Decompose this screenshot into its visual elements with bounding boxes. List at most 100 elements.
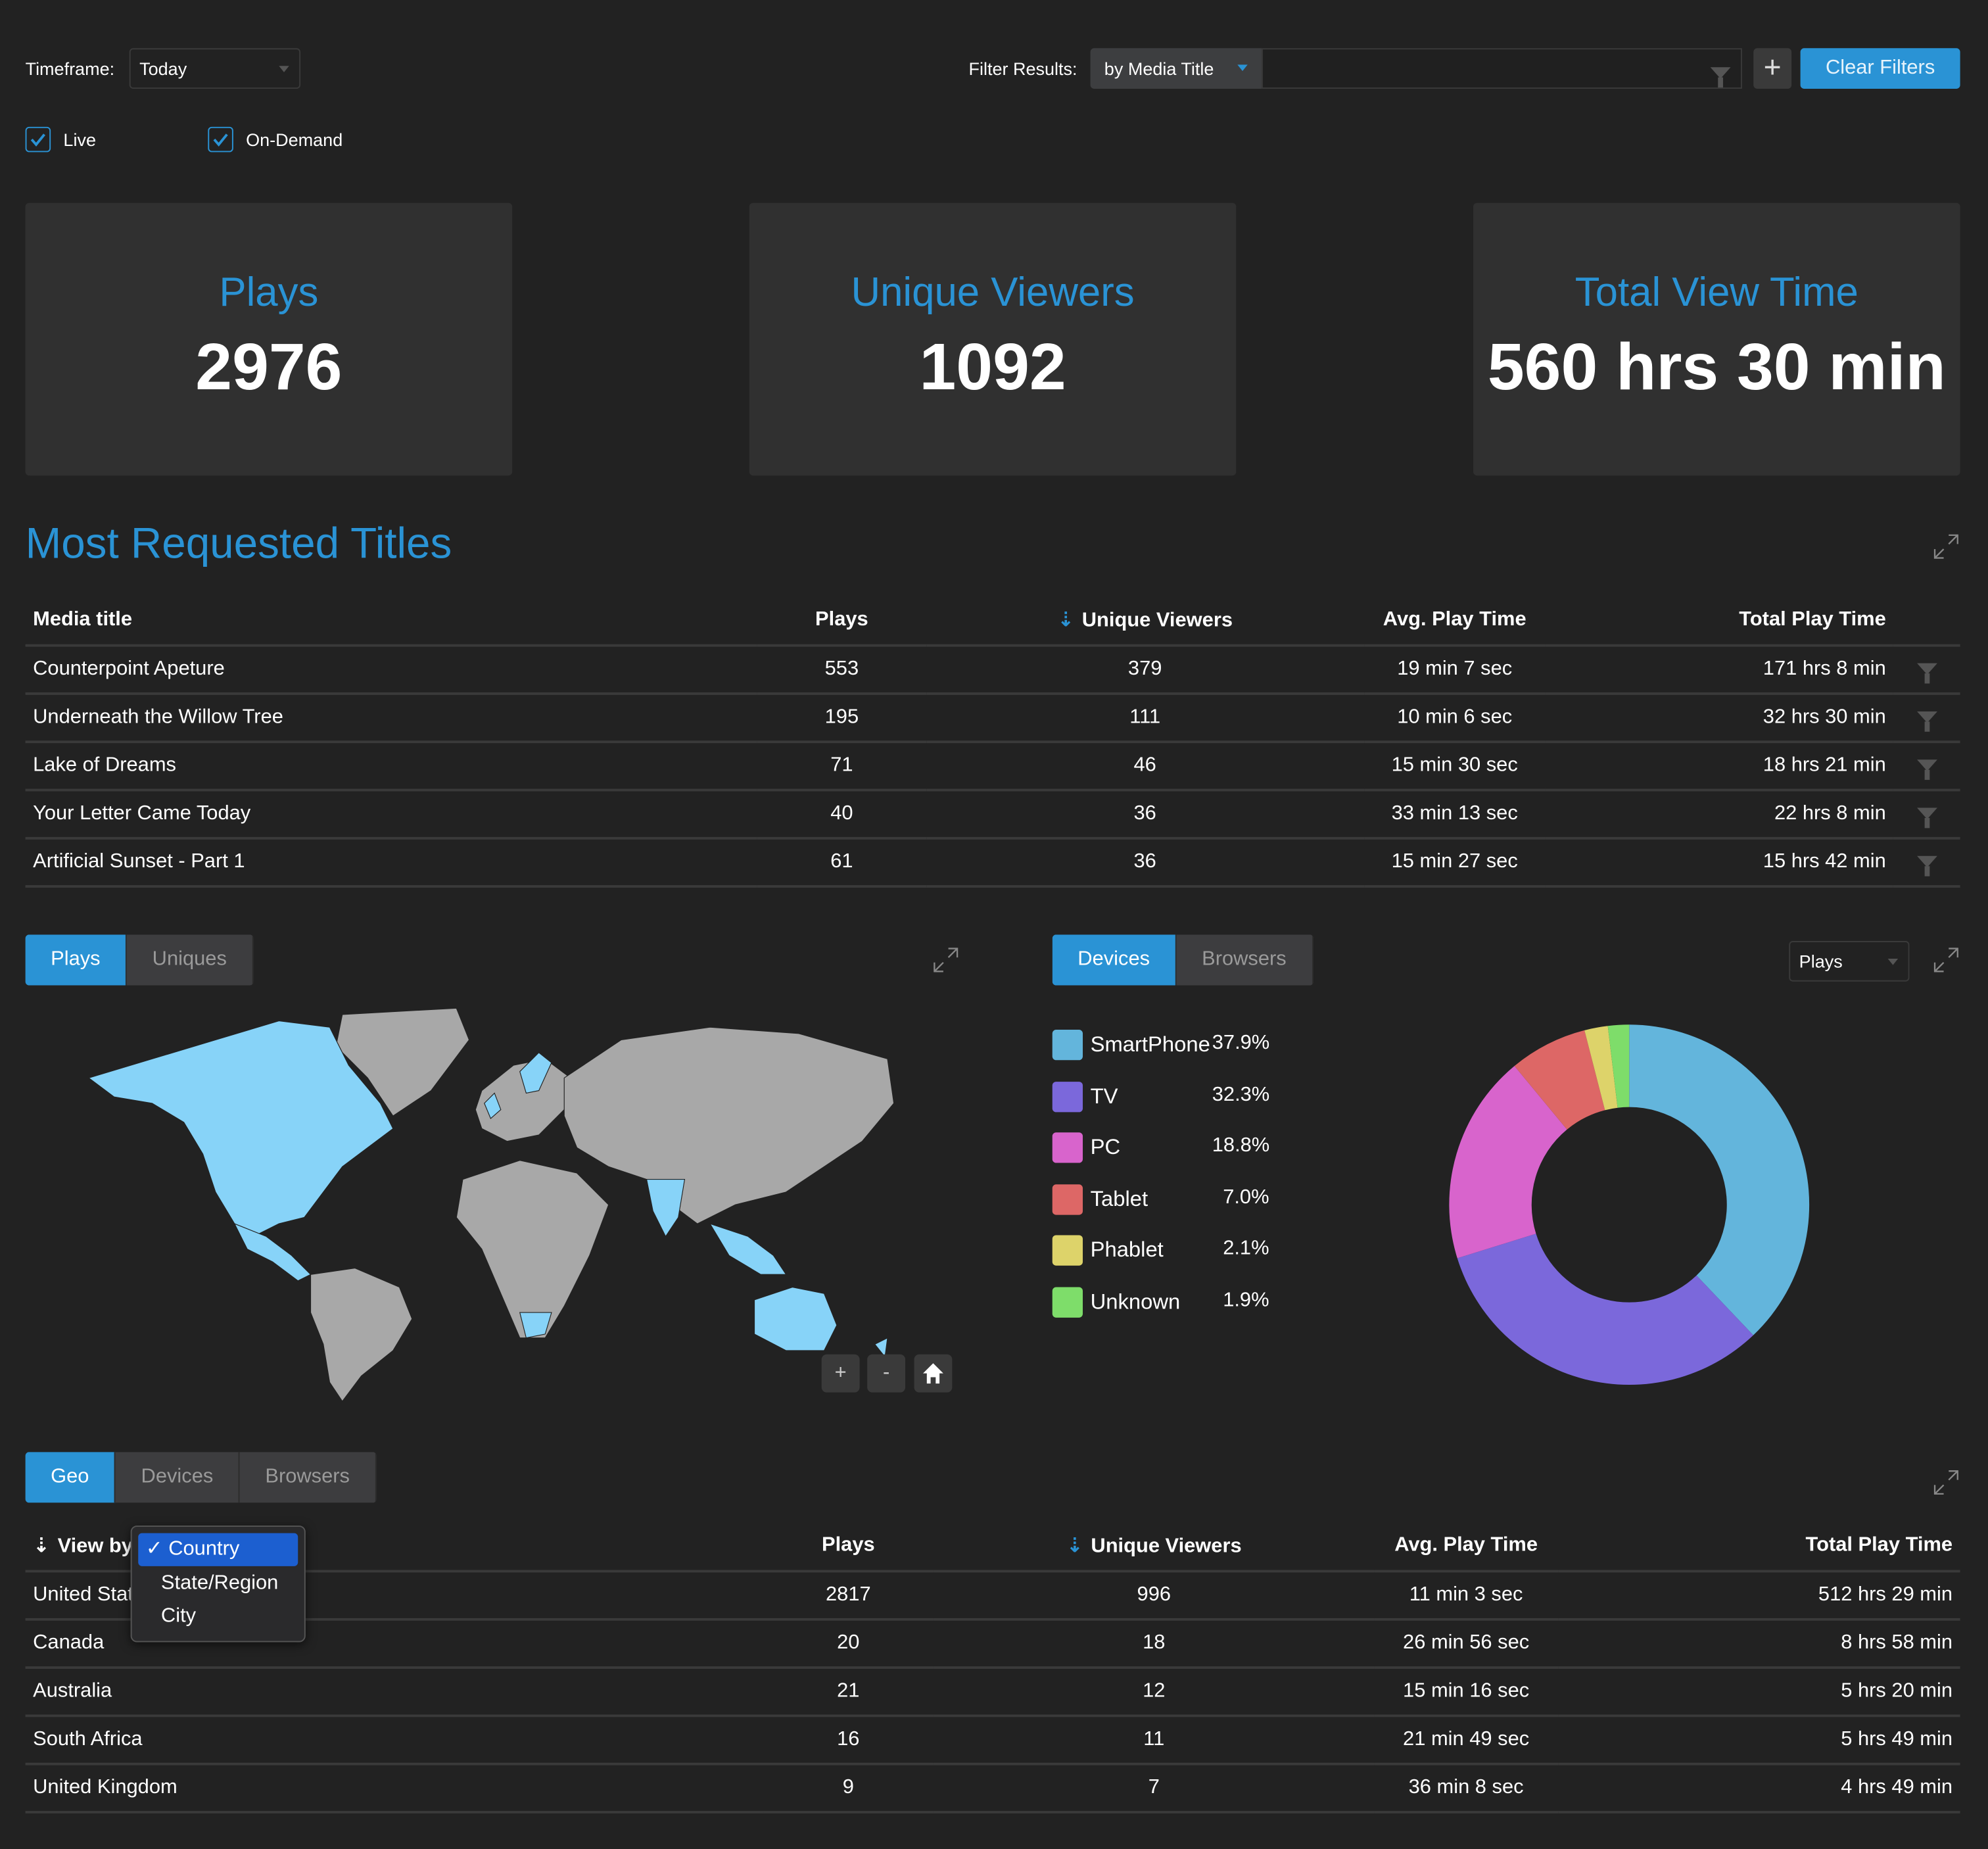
metric-value: Plays: [1799, 951, 1843, 972]
table-row[interactable]: United States 2817 996 11 min 3 sec 512 hrs …: [25, 1571, 1960, 1621]
funnel-icon: [1916, 855, 1937, 876]
zoom-in-button[interactable]: +: [821, 1354, 860, 1393]
checkbox-checked-icon: [25, 126, 51, 153]
home-icon: [923, 1363, 943, 1384]
legend-swatch: [1052, 1081, 1083, 1112]
legend-value: 18.8%: [1212, 1135, 1270, 1157]
tab-devices[interactable]: Devices: [1052, 934, 1177, 986]
column-header-total-play-time[interactable]: Total Play Time: [1557, 1522, 1960, 1573]
table-row[interactable]: United Kingdom 9 7 36 min 8 sec 4 hrs 49 min: [25, 1764, 1960, 1813]
geo-tabs: Geo Devices Browsers: [25, 1452, 377, 1503]
map-tabs: Plays Uniques: [25, 934, 254, 986]
legend-value: 2.1%: [1223, 1237, 1269, 1260]
titles-table: Media title Plays ⇣ Unique Viewers Avg. P…: [25, 596, 1960, 888]
donut-slice-tv[interactable]: [1457, 1234, 1753, 1385]
live-label: Live: [63, 129, 96, 150]
plays-cell: 40: [757, 790, 926, 840]
table-row[interactable]: Counterpoint Apeture 553 379 19 min 7 sec 17…: [25, 645, 1960, 695]
map-home-button[interactable]: [914, 1354, 953, 1393]
expand-icon[interactable]: [1932, 1468, 1960, 1496]
table-row[interactable]: Australia 21 12 15 min 16 sec 5 hrs 20 min: [25, 1668, 1960, 1717]
expand-icon[interactable]: [1932, 533, 1960, 560]
expand-icon[interactable]: [1932, 946, 1960, 974]
table-row[interactable]: Artificial Sunset - Part 1 61 36 15 min 27 …: [25, 838, 1960, 888]
row-filter-button[interactable]: [1893, 742, 1960, 792]
tab-devices[interactable]: Devices: [115, 1452, 240, 1503]
column-header-unique-viewers[interactable]: ⇣ Unique Viewers: [933, 1522, 1375, 1573]
legend-swatch: [1052, 1132, 1083, 1163]
legend-label: Tablet: [1090, 1186, 1148, 1211]
funnel-icon: [1916, 759, 1937, 780]
total-view-time-stat-card: Total View Time 560 hrs 30 min: [1473, 203, 1960, 476]
table-row[interactable]: Your Letter Came Today 40 36 33 min 13 sec 2…: [25, 790, 1960, 840]
zoom-out-button[interactable]: -: [867, 1354, 906, 1393]
donut-slice-smartphone[interactable]: [1629, 1024, 1810, 1335]
unique-viewers-cell: 12: [933, 1668, 1375, 1717]
map-region-asia: [563, 1026, 895, 1224]
table-row[interactable]: Underneath the Willow Tree 195 111 10 min 6…: [25, 693, 1960, 744]
timeframe-label: Timeframe:: [25, 58, 115, 79]
filter-input[interactable]: [1261, 48, 1742, 89]
chevron-down-icon: [1887, 959, 1899, 965]
filter-funnel-icon: [1710, 62, 1731, 88]
tab-uniques[interactable]: Uniques: [127, 934, 254, 986]
add-filter-button[interactable]: +: [1753, 48, 1792, 89]
view-by-option-state-region[interactable]: State/Region: [138, 1568, 298, 1600]
legend-swatch: [1052, 1235, 1083, 1266]
row-filter-button[interactable]: [1893, 838, 1960, 888]
map-region-south-america: [310, 1268, 413, 1403]
view-by-option-city[interactable]: City: [138, 1600, 298, 1633]
view-by-dropdown[interactable]: ✓ Country State/Region City: [130, 1525, 306, 1643]
world-map[interactable]: [76, 1002, 913, 1408]
country-cell: Australia: [25, 1668, 763, 1717]
filter-results-label: Filter Results:: [968, 58, 1077, 79]
legend-value: 7.0%: [1223, 1186, 1269, 1208]
column-header-unique-viewers[interactable]: ⇣ Unique Viewers: [926, 596, 1364, 647]
total-play-time-cell: 18 hrs 21 min: [1545, 742, 1894, 792]
avg-play-time-cell: 15 min 27 sec: [1363, 838, 1546, 888]
table-row[interactable]: Lake of Dreams 71 46 15 min 30 sec 18 hrs 21…: [25, 742, 1960, 792]
stat-title: Plays: [219, 268, 319, 315]
tab-browsers[interactable]: Browsers: [239, 1452, 377, 1503]
unique-viewers-cell: 36: [926, 838, 1364, 888]
view-by-option-country[interactable]: ✓ Country: [138, 1533, 298, 1566]
table-row[interactable]: South Africa 16 11 21 min 49 sec 5 hrs 49 mi…: [25, 1716, 1960, 1765]
timeframe-select[interactable]: Today: [129, 48, 301, 89]
column-header-plays[interactable]: Plays: [763, 1522, 934, 1573]
unique-viewers-cell: 996: [933, 1571, 1375, 1621]
column-header-total-play-time[interactable]: Total Play Time: [1545, 596, 1894, 647]
legend-label: Phablet: [1090, 1237, 1164, 1262]
column-header-avg-play-time[interactable]: Avg. Play Time: [1363, 596, 1546, 647]
unique-viewers-cell: 7: [933, 1764, 1375, 1813]
unique-viewers-cell: 36: [926, 790, 1364, 840]
total-play-time-cell: 5 hrs 20 min: [1557, 1668, 1960, 1717]
filter-by-select[interactable]: by Media Title: [1090, 48, 1262, 89]
unique-viewers-cell: 11: [933, 1716, 1375, 1765]
tab-plays[interactable]: Plays: [25, 934, 128, 986]
geo-table: ⇣ View by Plays ⇣ Unique Viewers Avg. Play…: [25, 1522, 1960, 1813]
plays-stat-card: Plays 2976: [25, 203, 513, 476]
checkbox-checked-icon: [208, 126, 233, 153]
column-header-media-title[interactable]: Media title: [25, 596, 757, 647]
row-filter-button[interactable]: [1893, 645, 1960, 695]
tab-browsers[interactable]: Browsers: [1176, 934, 1314, 986]
table-row[interactable]: Canada 20 18 26 min 56 sec 8 hrs 58 min: [25, 1619, 1960, 1669]
tab-geo[interactable]: Geo: [25, 1452, 116, 1503]
total-play-time-cell: 4 hrs 49 min: [1557, 1764, 1960, 1813]
row-filter-button[interactable]: [1893, 693, 1960, 744]
plays-cell: 61: [757, 838, 926, 888]
metric-select[interactable]: Plays: [1789, 941, 1910, 982]
plays-cell: 21: [763, 1668, 934, 1717]
expand-icon[interactable]: [932, 946, 960, 974]
plays-cell: 71: [757, 742, 926, 792]
map-region-central-america: [233, 1222, 312, 1282]
media-title-cell: Artificial Sunset - Part 1: [25, 838, 757, 888]
total-play-time-cell: 512 hrs 29 min: [1557, 1571, 1960, 1621]
plays-cell: 9: [763, 1764, 934, 1813]
column-header-plays[interactable]: Plays: [757, 596, 926, 647]
clear-filters-button[interactable]: Clear Filters: [1800, 48, 1960, 89]
row-filter-button[interactable]: [1893, 790, 1960, 840]
legend-label: TV: [1090, 1083, 1118, 1108]
column-header-avg-play-time[interactable]: Avg. Play Time: [1374, 1522, 1558, 1573]
sort-descending-icon: ⇣: [1057, 610, 1075, 632]
